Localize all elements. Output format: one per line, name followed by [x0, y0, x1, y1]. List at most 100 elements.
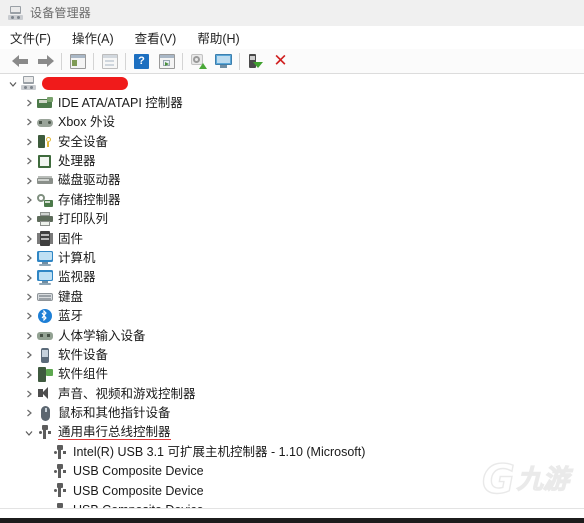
tree-item-usb-controllers[interactable]: 通用串行总线控制器	[0, 423, 584, 442]
chevron-right-icon[interactable]	[24, 331, 34, 341]
tree-item-label: Xbox 外设	[58, 115, 115, 130]
computer-icon	[21, 76, 37, 91]
tree-root-label	[42, 76, 128, 92]
tree-item-label: USB Composite Device	[73, 464, 204, 479]
forward-arrow-icon	[37, 54, 54, 68]
tree-item-processors[interactable]: 处理器	[0, 152, 584, 171]
chevron-right-icon[interactable]	[24, 234, 34, 244]
back-button[interactable]	[8, 50, 33, 72]
security-device-icon	[37, 134, 53, 149]
chevron-right-icon[interactable]	[24, 214, 34, 224]
chevron-right-icon[interactable]	[24, 195, 34, 205]
tree-item-firmware[interactable]: 固件	[0, 229, 584, 248]
menu-bar: 文件(F) 操作(A) 查看(V) 帮助(H)	[0, 26, 584, 49]
tree-item-software-devices[interactable]: 软件设备	[0, 345, 584, 364]
menu-help[interactable]: 帮助(H)	[197, 28, 239, 47]
tree-item-label: 处理器	[58, 154, 96, 168]
tree-item-xbox-peripherals[interactable]: Xbox 外设	[0, 113, 584, 132]
help-icon: ?	[134, 53, 149, 69]
chevron-right-icon[interactable]	[24, 408, 34, 418]
uninstall-device-button[interactable]	[243, 50, 268, 72]
monitor-button[interactable]	[211, 50, 236, 72]
tree-item-label: 人体学输入设备	[58, 328, 146, 343]
printer-icon	[37, 211, 53, 227]
mouse-icon	[37, 405, 53, 421]
device-tree[interactable]: IDE ATA/ATAPI 控制器 Xbox 外设 安全设备 处理器 磁盘驱动器…	[0, 74, 584, 509]
tree-item-sound-video-game-controllers[interactable]: 声音、视频和游戏控制器	[0, 384, 584, 403]
update-driver-button[interactable]	[154, 50, 179, 72]
hid-icon	[37, 328, 53, 343]
tree-item-usb-host-controller[interactable]: Intel(R) USB 3.1 可扩展主机控制器 - 1.10 (Micros…	[0, 442, 584, 461]
ide-controller-icon	[37, 96, 53, 111]
tree-item-label: 固件	[58, 231, 84, 246]
firmware-icon	[37, 231, 53, 247]
tree-item-hid[interactable]: 人体学输入设备	[0, 326, 584, 345]
chevron-right-icon[interactable]	[24, 156, 34, 166]
forward-button[interactable]	[33, 50, 58, 72]
usb-icon	[52, 464, 68, 479]
tree-item-storage-controllers[interactable]: 存储控制器	[0, 190, 584, 209]
tree-item-print-queues[interactable]: 打印队列	[0, 210, 584, 229]
properties-button[interactable]	[97, 50, 122, 72]
scan-hardware-changes-button[interactable]	[186, 50, 211, 72]
tree-item-label: USB Composite Device	[73, 483, 204, 498]
delete-button[interactable]: ✕	[268, 50, 293, 72]
chevron-down-icon[interactable]	[8, 79, 18, 89]
chevron-right-icon[interactable]	[24, 117, 34, 127]
tree-item-label: 鼠标和其他指针设备	[58, 406, 171, 421]
bluetooth-icon	[37, 308, 53, 324]
toolbar-separator	[125, 52, 126, 70]
tree-item-security-devices[interactable]: 安全设备	[0, 132, 584, 151]
status-bar	[0, 508, 584, 523]
toolbar: ? ✕	[0, 49, 584, 74]
tree-root-node[interactable]	[0, 74, 584, 93]
tree-item-label: 打印队列	[58, 212, 109, 227]
chevron-right-icon[interactable]	[24, 253, 34, 263]
chevron-right-icon[interactable]	[24, 389, 34, 399]
tree-item-keyboards[interactable]: 键盘	[0, 287, 584, 306]
gamepad-icon	[37, 115, 53, 130]
chevron-right-icon[interactable]	[24, 350, 34, 360]
tree-item-label: 通用串行总线控制器	[58, 425, 171, 440]
tree-item-computer[interactable]: 计算机	[0, 249, 584, 268]
chevron-right-icon[interactable]	[24, 370, 34, 380]
computer-icon	[8, 5, 23, 20]
tree-item-label: Intel(R) USB 3.1 可扩展主机控制器 - 1.10 (Micros…	[73, 444, 366, 459]
tree-item-mice-pointing-devices[interactable]: 鼠标和其他指针设备	[0, 404, 584, 423]
usb-icon	[37, 425, 53, 440]
scan-hardware-changes-icon	[190, 53, 207, 69]
toolbar-separator	[182, 52, 183, 70]
red-underline	[58, 438, 171, 440]
back-arrow-icon	[12, 54, 29, 68]
chevron-right-icon[interactable]	[24, 176, 34, 186]
usb-icon	[52, 483, 68, 498]
tree-item-disk-drives[interactable]: 磁盘驱动器	[0, 171, 584, 190]
tree-item-label: IDE ATA/ATAPI 控制器	[58, 95, 183, 110]
show-hidden-devices-button[interactable]	[65, 50, 90, 72]
tree-item-software-components[interactable]: 软件组件	[0, 365, 584, 384]
bottom-edge	[0, 518, 584, 523]
software-component-icon	[37, 367, 53, 383]
tree-item-label: 声音、视频和游戏控制器	[58, 386, 196, 401]
menu-action[interactable]: 操作(A)	[72, 28, 114, 47]
chevron-down-icon[interactable]	[24, 428, 34, 438]
chevron-right-icon[interactable]	[24, 311, 34, 321]
display-monitor-icon	[37, 270, 53, 286]
help-button[interactable]: ?	[129, 50, 154, 72]
device-manager-window: 设备管理器 文件(F) 操作(A) 查看(V) 帮助(H) ? ✕ IDE AT…	[0, 0, 584, 523]
tree-item-usb-composite-device[interactable]: USB Composite Device	[0, 481, 584, 500]
delete-icon: ✕	[273, 50, 288, 71]
tree-item-label: 存储控制器	[58, 192, 121, 207]
tree-item-monitors[interactable]: 监视器	[0, 268, 584, 287]
menu-file[interactable]: 文件(F)	[10, 28, 51, 47]
chevron-right-icon[interactable]	[24, 292, 34, 302]
chevron-right-icon[interactable]	[24, 137, 34, 147]
tree-item-usb-composite-device[interactable]: USB Composite Device	[0, 462, 584, 481]
tree-item-ide-controller[interactable]: IDE ATA/ATAPI 控制器	[0, 93, 584, 112]
chevron-right-icon[interactable]	[24, 98, 34, 108]
chevron-right-icon[interactable]	[24, 273, 34, 283]
window-title: 设备管理器	[30, 6, 92, 20]
tree-item-label: 键盘	[58, 289, 84, 304]
menu-view[interactable]: 查看(V)	[135, 28, 177, 47]
tree-item-bluetooth[interactable]: 蓝牙	[0, 307, 584, 326]
